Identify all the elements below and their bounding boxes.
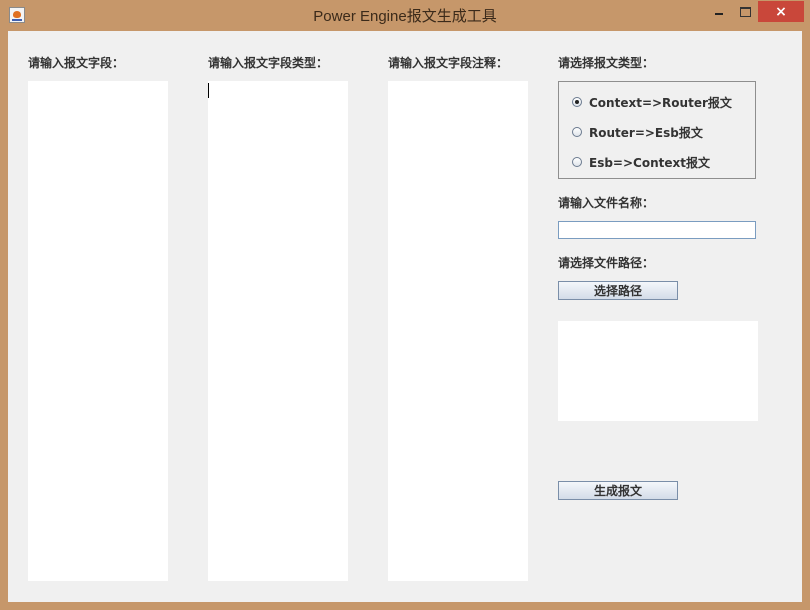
close-icon: ×	[775, 3, 787, 20]
title-bar[interactable]: Power Engine报文生成工具 ×	[0, 0, 810, 30]
field-comment-label: 请输入报文字段注释：	[388, 56, 509, 70]
radio-context-router[interactable]: Context=>Router报文	[572, 94, 732, 110]
radio-label: Router=>Esb报文	[589, 125, 703, 140]
radio-router-esb[interactable]: Router=>Esb报文	[572, 124, 703, 140]
radio-label: Context=>Router报文	[589, 95, 732, 110]
field-label: 请输入报文字段：	[28, 56, 125, 70]
close-button[interactable]: ×	[758, 1, 804, 22]
radio-button[interactable]	[572, 127, 582, 137]
radio-button[interactable]	[572, 157, 582, 167]
file-name-label: 请输入文件名称：	[558, 196, 655, 210]
window-title: Power Engine报文生成工具	[313, 8, 497, 25]
radio-esb-context[interactable]: Esb=>Context报文	[572, 154, 710, 170]
minimize-icon	[715, 12, 723, 15]
minimize-button[interactable]	[706, 1, 732, 22]
radio-label: Esb=>Context报文	[589, 155, 710, 170]
file-name-input[interactable]	[558, 221, 756, 239]
message-type-label: 请选择报文类型：	[558, 56, 655, 70]
field-type-textarea[interactable]	[208, 81, 348, 581]
content-panel: 请输入报文字段： 请输入报文字段类型： 请输入报文字段注释： 请选择报文类型： …	[8, 31, 802, 602]
field-comment-textarea[interactable]	[388, 81, 528, 581]
maximize-button[interactable]	[732, 1, 758, 22]
file-path-label: 请选择文件路径：	[558, 256, 655, 270]
maximize-icon	[739, 6, 751, 17]
field-textarea[interactable]	[28, 81, 168, 581]
file-path-display	[558, 321, 758, 421]
message-type-radio-group: Context=>Router报文 Router=>Esb报文 Esb=>Con…	[558, 81, 756, 179]
text-caret	[208, 83, 209, 98]
radio-button-checked[interactable]	[572, 97, 582, 107]
choose-path-button[interactable]: 选择路径	[558, 281, 678, 300]
app-window: Power Engine报文生成工具 × 请输入报文字段： 请输入报文字段类型：…	[0, 0, 810, 610]
generate-message-button[interactable]: 生成报文	[558, 481, 678, 500]
field-type-label: 请输入报文字段类型：	[208, 56, 329, 70]
